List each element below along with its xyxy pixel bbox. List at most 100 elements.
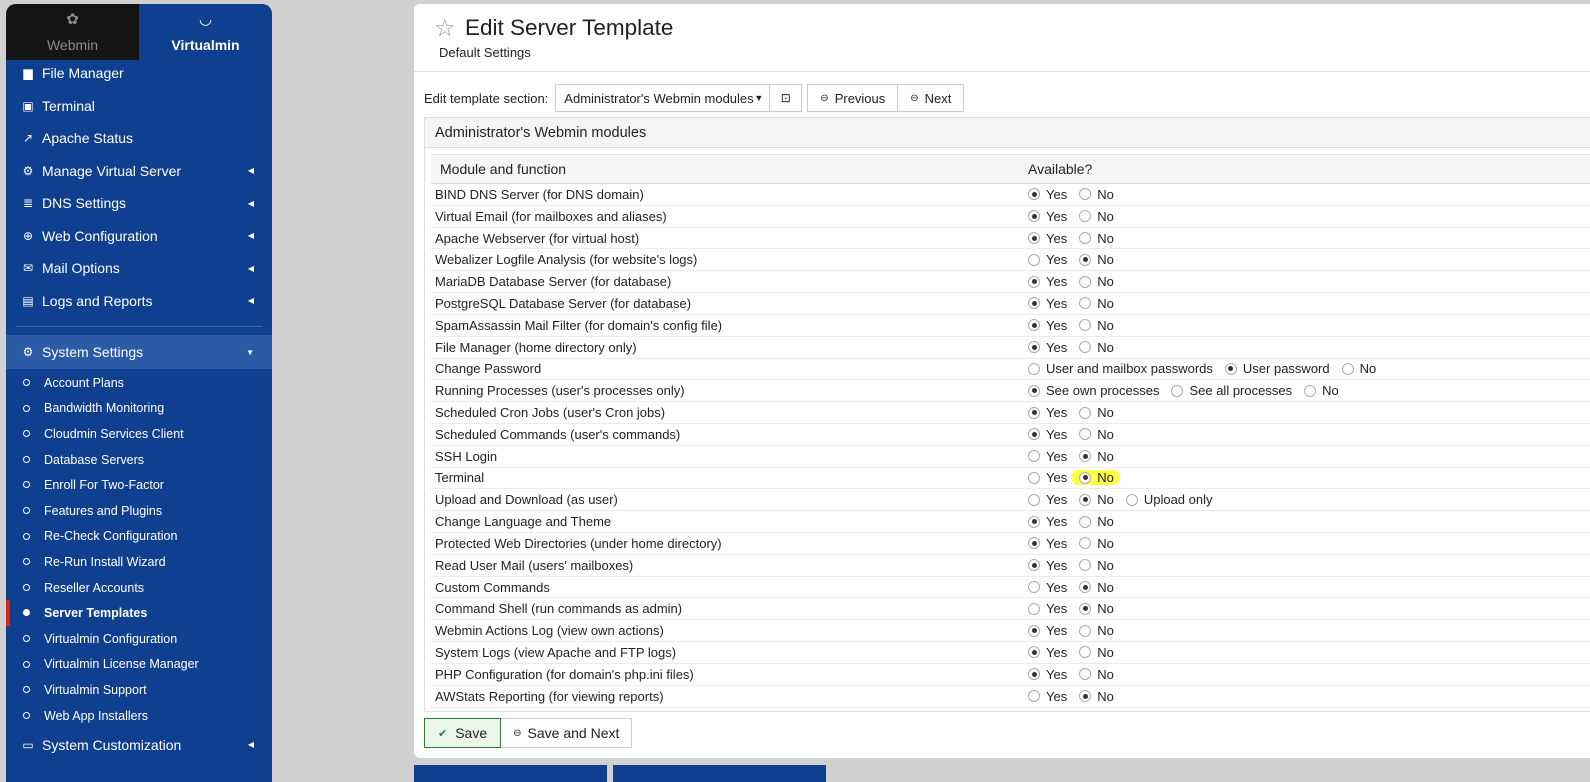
radio-button[interactable] — [1028, 668, 1040, 681]
submenu-item-server-templates[interactable]: Server Templates — [6, 600, 272, 626]
radio-option[interactable]: Yes — [1028, 318, 1067, 333]
submenu-item-bandwidth-monitoring[interactable]: Bandwidth Monitoring — [6, 396, 272, 422]
radio-button[interactable] — [1079, 232, 1092, 245]
radio-button[interactable] — [1028, 559, 1040, 572]
radio-option[interactable]: No — [1079, 318, 1114, 333]
radio-button[interactable] — [1028, 581, 1040, 594]
radio-option[interactable]: No — [1071, 470, 1120, 486]
radio-button[interactable] — [1028, 624, 1040, 637]
radio-option[interactable]: No — [1079, 601, 1114, 616]
radio-button[interactable] — [1079, 537, 1092, 550]
save-button[interactable]: ✔ Save — [424, 718, 502, 748]
radio-option[interactable]: Yes — [1028, 689, 1067, 704]
radio-option[interactable]: User and mailbox passwords — [1028, 361, 1213, 376]
radio-button[interactable] — [1028, 646, 1040, 659]
radio-option[interactable]: No — [1079, 689, 1114, 704]
radio-option[interactable]: No — [1079, 558, 1114, 573]
radio-option[interactable]: No — [1079, 209, 1114, 224]
radio-button[interactable] — [1079, 406, 1092, 419]
submenu-item-database-servers[interactable]: Database Servers — [6, 447, 272, 473]
radio-option[interactable]: No — [1304, 383, 1339, 398]
radio-button[interactable] — [1079, 624, 1092, 637]
sidebar-item-terminal[interactable]: ▣ Terminal — [6, 90, 272, 123]
submenu-item-account-plans[interactable]: Account Plans — [6, 370, 272, 396]
radio-option[interactable]: Yes — [1028, 601, 1067, 616]
radio-option[interactable]: Yes — [1028, 667, 1067, 682]
submenu-item-re-check-configuration[interactable]: Re-Check Configuration — [6, 524, 272, 550]
radio-button[interactable] — [1028, 341, 1040, 354]
radio-option[interactable]: Upload only — [1125, 492, 1213, 507]
sidebar-item-web-configuration[interactable]: ⊕ Web Configuration ◀ — [6, 220, 272, 253]
radio-option[interactable]: See all processes — [1171, 383, 1292, 398]
radio-option[interactable]: Yes — [1028, 427, 1067, 442]
radio-option[interactable]: No — [1079, 645, 1114, 660]
radio-button[interactable] — [1028, 450, 1040, 463]
save-and-next-button[interactable]: ⊖ Save and Next — [501, 718, 633, 748]
radio-option[interactable]: Yes — [1028, 470, 1067, 485]
radio-button[interactable] — [1079, 341, 1092, 354]
radio-option[interactable]: Yes — [1028, 187, 1067, 202]
radio-button[interactable] — [1304, 384, 1317, 397]
radio-option[interactable]: User password — [1224, 361, 1330, 376]
radio-option[interactable]: No — [1079, 405, 1114, 420]
submenu-item-re-run-install-wizard[interactable]: Re-Run Install Wizard — [6, 549, 272, 575]
radio-button[interactable] — [1028, 690, 1040, 703]
radio-option[interactable]: No — [1079, 580, 1114, 595]
radio-option[interactable]: Yes — [1028, 514, 1067, 529]
radio-option[interactable]: Yes — [1028, 209, 1067, 224]
radio-button[interactable] — [1028, 428, 1040, 441]
radio-option[interactable]: Yes — [1028, 231, 1067, 246]
section-select[interactable]: Administrator's Webmin modules ▼ — [555, 84, 771, 112]
radio-option[interactable]: Yes — [1028, 296, 1067, 311]
view-section-button[interactable]: ⊡ — [770, 84, 803, 112]
radio-option[interactable]: Yes — [1028, 252, 1067, 267]
sidebar-item-system-customization[interactable]: ▭ System Customization ◀ — [6, 728, 272, 761]
sidebar-item-dns-settings[interactable]: ≣ DNS Settings ◀ — [6, 187, 272, 220]
submenu-item-virtualmin-configuration[interactable]: Virtualmin Configuration — [6, 626, 272, 652]
radio-button[interactable] — [1079, 297, 1092, 310]
webmin-tab[interactable]: ✿ Webmin — [6, 4, 139, 60]
radio-button[interactable] — [1028, 384, 1040, 397]
radio-option[interactable]: Yes — [1028, 645, 1067, 660]
submenu-item-enroll-for-two-factor[interactable]: Enroll For Two-Factor — [6, 472, 272, 498]
radio-option[interactable]: Yes — [1028, 580, 1067, 595]
radio-button[interactable] — [1028, 275, 1040, 288]
radio-option[interactable]: No — [1079, 427, 1114, 442]
previous-button[interactable]: ⊖ Previous — [807, 84, 899, 112]
radio-option[interactable]: No — [1079, 514, 1114, 529]
radio-button[interactable] — [1224, 362, 1237, 375]
radio-button[interactable] — [1171, 384, 1184, 397]
radio-button[interactable] — [1079, 515, 1092, 528]
radio-button[interactable] — [1028, 362, 1040, 375]
radio-option[interactable]: See own processes — [1028, 383, 1159, 398]
next-button[interactable]: ⊖ Next — [898, 84, 965, 112]
radio-button[interactable] — [1079, 690, 1092, 703]
submenu-item-features-and-plugins[interactable]: Features and Plugins — [6, 498, 272, 524]
radio-option[interactable]: Yes — [1028, 449, 1067, 464]
sidebar-item-apache-status[interactable]: ↗ Apache Status — [6, 122, 272, 155]
radio-button[interactable] — [1028, 297, 1040, 310]
sidebar-item-system-settings[interactable]: ⚙ System Settings ▼ — [6, 335, 272, 369]
radio-button[interactable] — [1028, 188, 1040, 201]
radio-button[interactable] — [1028, 537, 1040, 550]
sidebar-item-mail-options[interactable]: ✉ Mail Options ◀ — [6, 252, 272, 285]
sidebar-item-logs-and-reports[interactable]: ▤ Logs and Reports ◀ — [6, 285, 272, 318]
radio-option[interactable]: Yes — [1028, 405, 1067, 420]
radio-button[interactable] — [1079, 559, 1092, 572]
virtualmin-tab[interactable]: ◡ Virtualmin — [139, 4, 272, 60]
radio-button[interactable] — [1028, 515, 1040, 528]
sidebar-item-file-manager[interactable]: ▆ File Manager — [6, 57, 272, 90]
radio-button[interactable] — [1079, 428, 1092, 441]
radio-button[interactable] — [1028, 232, 1040, 245]
radio-button[interactable] — [1125, 493, 1138, 506]
radio-option[interactable]: Yes — [1028, 492, 1067, 507]
radio-button[interactable] — [1079, 646, 1092, 659]
radio-option[interactable]: No — [1079, 492, 1114, 507]
radio-button[interactable] — [1079, 319, 1092, 332]
radio-button[interactable] — [1079, 493, 1092, 506]
sidebar-item-manage-virtual-server[interactable]: ⚙ Manage Virtual Server ◀ — [6, 155, 272, 188]
radio-option[interactable]: No — [1079, 449, 1114, 464]
submenu-item-reseller-accounts[interactable]: Reseller Accounts — [6, 575, 272, 601]
radio-option[interactable]: No — [1079, 187, 1114, 202]
radio-option[interactable]: Yes — [1028, 558, 1067, 573]
